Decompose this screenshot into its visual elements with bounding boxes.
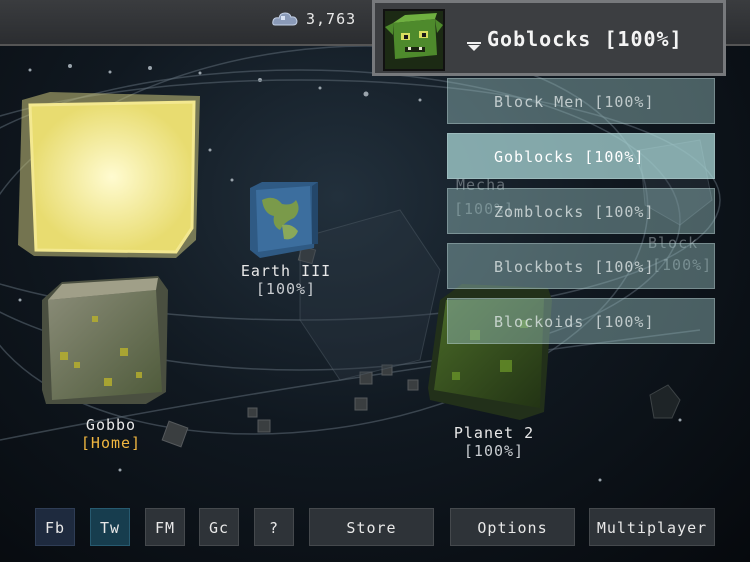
earth-planet-label[interactable]: Earth III [100%] <box>238 262 334 298</box>
credits-display: 3,763 <box>272 10 356 28</box>
earth-planet-name: Earth III <box>240 262 332 280</box>
dropdown-caret-icon <box>467 36 481 55</box>
multiplayer-button[interactable]: Multiplayer <box>589 508 715 546</box>
dropdown-item-goblocks[interactable]: Goblocks [100%] <box>447 133 715 179</box>
gobbo-planet-name: Gobbo <box>85 416 137 434</box>
planet2-label[interactable]: Planet 2 [100%] <box>444 424 544 460</box>
race-selector[interactable]: Goblocks [100%] <box>372 0 726 76</box>
dropdown-item-blockbots[interactable]: Blockbots [100%] <box>447 243 715 289</box>
facebook-button[interactable]: Fb <box>35 508 75 546</box>
twitter-button[interactable]: Tw <box>90 508 130 546</box>
earth-planet-cube[interactable] <box>250 182 318 258</box>
gobbo-planet-cube[interactable] <box>42 276 168 404</box>
dropdown-item-block-men[interactable]: Block Men [100%] <box>447 78 715 124</box>
fm-button[interactable]: FM <box>145 508 185 546</box>
planet2-status: [100%] <box>463 442 525 460</box>
gobbo-planet-label[interactable]: Gobbo [Home] <box>64 416 158 452</box>
planet2-name: Planet 2 <box>453 424 535 442</box>
options-button[interactable]: Options <box>450 508 575 546</box>
gobbo-home-status: [Home] <box>80 434 142 452</box>
credits-value: 3,763 <box>306 10 357 28</box>
cloud-credits-icon <box>272 10 298 28</box>
store-button[interactable]: Store <box>309 508 434 546</box>
goblin-portrait-icon <box>383 9 445 71</box>
game-center-button[interactable]: Gc <box>199 508 239 546</box>
sun-cube <box>18 92 200 258</box>
help-button[interactable]: ? <box>254 508 294 546</box>
earth-planet-status: [100%] <box>255 280 317 298</box>
selected-race-label: Goblocks [100%] <box>487 27 683 51</box>
dropdown-item-blockoids[interactable]: Blockoids [100%] <box>447 298 715 344</box>
dropdown-item-zomblocks[interactable]: Zomblocks [100%] <box>447 188 715 234</box>
